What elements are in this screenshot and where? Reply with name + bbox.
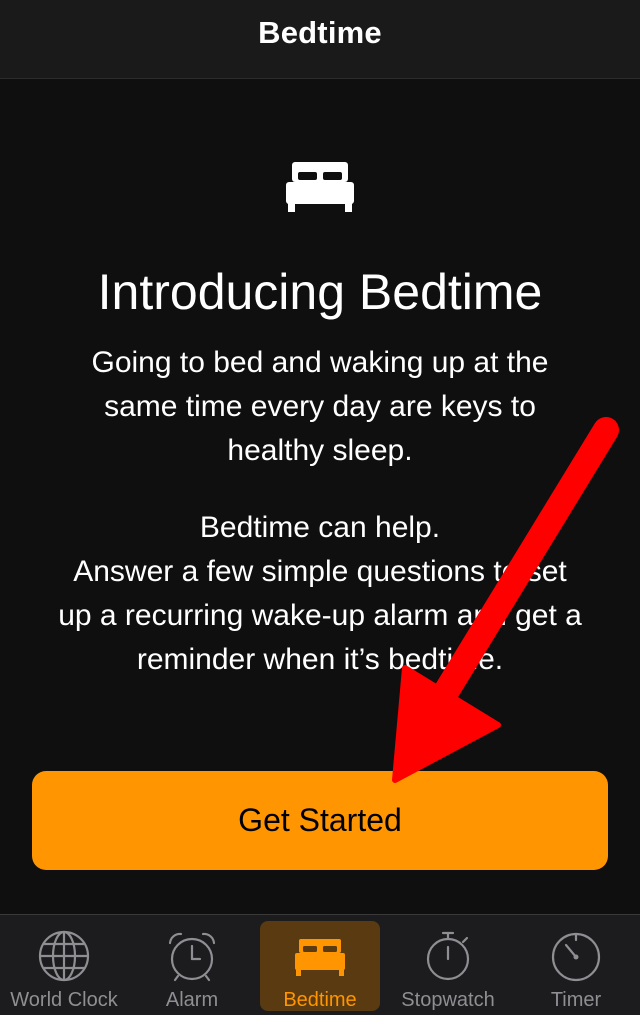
- navigation-bar: Bedtime: [0, 0, 640, 79]
- tab-bedtime[interactable]: Bedtime: [260, 921, 380, 1011]
- get-started-button[interactable]: Get Started: [32, 771, 608, 870]
- description-line: Going to bed and waking up at the: [91, 346, 549, 379]
- tab-label: Alarm: [165, 989, 219, 1011]
- tab-timer[interactable]: Timer: [512, 915, 640, 1015]
- globe-icon: [38, 930, 90, 982]
- intro-title: Introducing Bedtime: [97, 264, 543, 320]
- stopwatch-icon: [426, 931, 470, 981]
- timer-icon: [551, 932, 601, 982]
- tab-label: Timer: [550, 989, 602, 1011]
- alarm-clock-icon: [168, 932, 216, 982]
- tab-alarm[interactable]: Alarm: [128, 915, 256, 1015]
- tab-bar: World Clock Alarm Bedtime Stopwatch Time…: [0, 914, 640, 1015]
- description-line: reminder when it’s bedtime.: [136, 643, 504, 676]
- description-line: up a recurring wake-up alarm and get a: [58, 599, 582, 632]
- description-line: healthy sleep.: [227, 434, 413, 467]
- help-description: Bedtime can help. Answer a few simple qu…: [0, 506, 640, 682]
- intro-description: Going to bed and waking up at the same t…: [0, 341, 640, 473]
- tab-label: Bedtime: [283, 989, 357, 1011]
- bed-icon: [295, 939, 345, 976]
- tab-label: World Clock: [10, 989, 118, 1011]
- bed-icon: [286, 162, 354, 212]
- description-line: Bedtime can help.: [199, 511, 441, 544]
- description-line: Answer a few simple questions to set: [73, 555, 567, 588]
- description-line: same time every day are keys to: [104, 390, 536, 423]
- tab-label: Stopwatch: [401, 989, 495, 1011]
- page-title: Bedtime: [258, 15, 382, 50]
- tab-stopwatch[interactable]: Stopwatch: [384, 915, 512, 1015]
- tab-world-clock[interactable]: World Clock: [0, 915, 128, 1015]
